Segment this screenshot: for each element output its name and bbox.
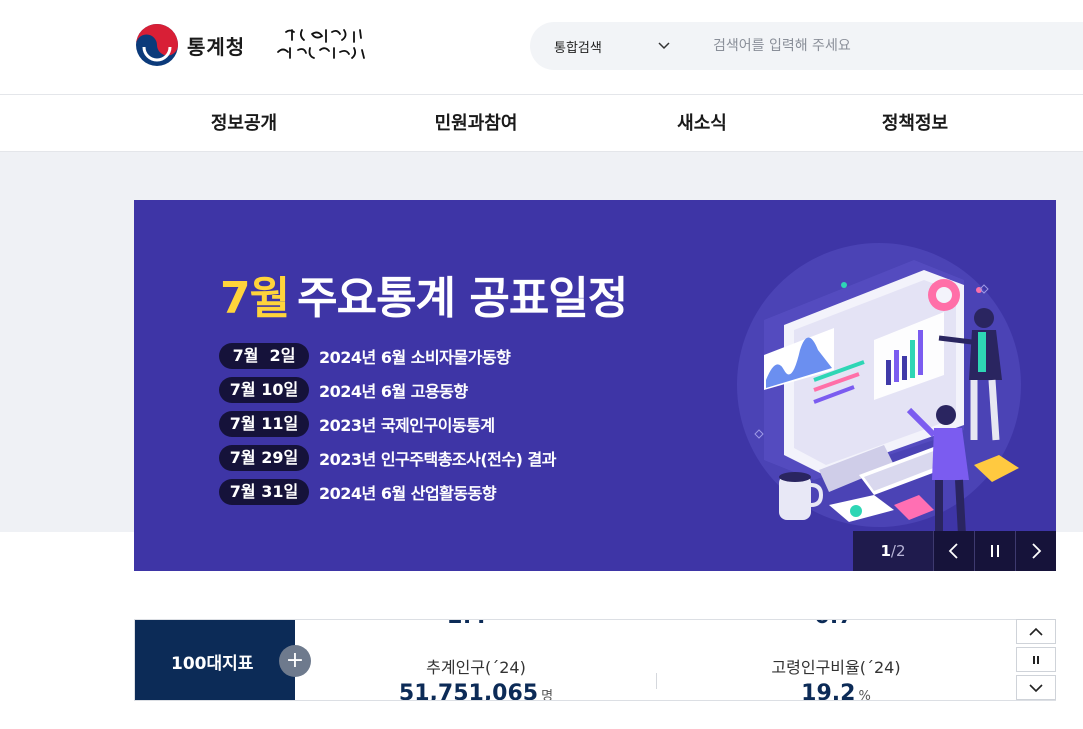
key-indicators-panel: 100대지표 + 2.4 0.7 추계인구(´24) 51,751,065명 고… [134,619,1056,701]
nav-item-info-disclosure[interactable]: 정보공개 [211,95,277,152]
schedule-title: 2023년 국제인구이동통계 [319,416,495,435]
search-scope-select[interactable]: 통합검색 [530,37,690,56]
chevron-up-icon [1029,627,1043,636]
pause-icon [1033,655,1039,664]
indicator-value: 51,751,065 명 [398,681,554,701]
indicator-name: 추계인구(´24) [426,658,526,677]
slide-total: /2 [890,542,906,560]
main-navigation: 정보공개 민원과참여 새소식 정책정보 [0,94,1083,152]
banner-slider-controls: 1/2 [853,531,1056,571]
indicator-number: 19.2 [801,681,856,701]
chevron-down-icon [658,42,670,50]
org-name: 통계청 [187,34,246,59]
pause-icon [991,545,999,557]
site-logo[interactable]: 통계청 [135,23,245,67]
site-header: 통계청 통합검색 [0,0,1083,94]
indicators-label: 100대지표 [135,620,295,700]
indicator-name: 고령인구비율(´24) [771,658,901,677]
nav-item-news[interactable]: 새소식 [677,95,727,152]
schedule-title: 2024년 6월 소비자물가동향 [319,348,511,367]
indicator-item[interactable]: 추계인구(´24) 51,751,065 명 [398,654,554,701]
schedule-date: 7월 31일 [219,479,309,505]
banner-title: 7월 주요통계 공표일정 [220,262,628,326]
slide-counter: 1/2 [853,531,933,571]
search-bar: 통합검색 [530,22,1083,70]
schedule-title: 2024년 6월 산업활동동향 [319,484,497,503]
indicator-number: 51,751,065 [398,681,539,701]
chevron-left-icon [948,543,958,559]
schedule-title: 2024년 6월 고용동향 [319,382,468,401]
indicator-pause-button[interactable] [1016,647,1056,672]
indicator-next-button[interactable] [1016,675,1056,700]
schedule-date: 7월 2일 [219,343,309,369]
statistics-monitor-illustration [737,243,1021,536]
schedule-title: 2023년 인구주택총조사(전수) 결과 [319,450,556,469]
pause-slide-button[interactable] [974,531,1015,571]
main-banner-slide[interactable]: 7월 주요통계 공표일정 7월 2일 2024년 6월 소비자물가동향 7월 10… [134,200,1056,571]
schedule-item: 7월 11일 2023년 국제인구이동통계 [219,411,495,437]
indicator-value: 19.2% [771,681,900,701]
previous-indicator-value: 0.7 [815,620,854,629]
indicator-prev-button[interactable] [1016,619,1056,644]
schedule-item: 7월 10일 2024년 6월 고용동향 [219,377,468,403]
slide-current: 1 [880,542,891,560]
prev-slide-button[interactable] [933,531,974,571]
schedule-item: 7월 29일 2023년 인구주택총조사(전수) 결과 [219,445,556,471]
indicators-more-button[interactable]: + [279,645,311,677]
schedule-date: 7월 11일 [219,411,309,437]
nav-item-civil-participation[interactable]: 민원과참여 [435,95,518,152]
indicator-divider [656,673,657,689]
banner-title-text: 주요통계 공표일정 [297,273,628,324]
search-scope-label: 통합검색 [554,40,602,56]
search-input[interactable] [713,38,1073,54]
schedule-date: 7월 10일 [219,377,309,403]
schedule-item: 7월 2일 2024년 6월 소비자물가동향 [219,343,511,369]
taegeuk-logo-icon [136,24,178,66]
indicator-unit: 명 [541,689,554,701]
schedule-item: 7월 31일 2024년 6월 산업활동동향 [219,479,497,505]
indicator-item[interactable]: 고령인구비율(´24) 19.2% [771,654,901,701]
previous-indicator-value: 2.4 [448,620,487,629]
nav-item-policy-info[interactable]: 정책정보 [882,95,948,152]
banner-title-month: 7월 [220,273,290,324]
slogan-signature [277,29,365,59]
schedule-date: 7월 29일 [219,445,309,471]
chevron-down-icon [1029,683,1043,692]
indicator-unit: % [858,689,871,701]
next-slide-button[interactable] [1015,531,1056,571]
chevron-right-icon [1032,543,1042,559]
